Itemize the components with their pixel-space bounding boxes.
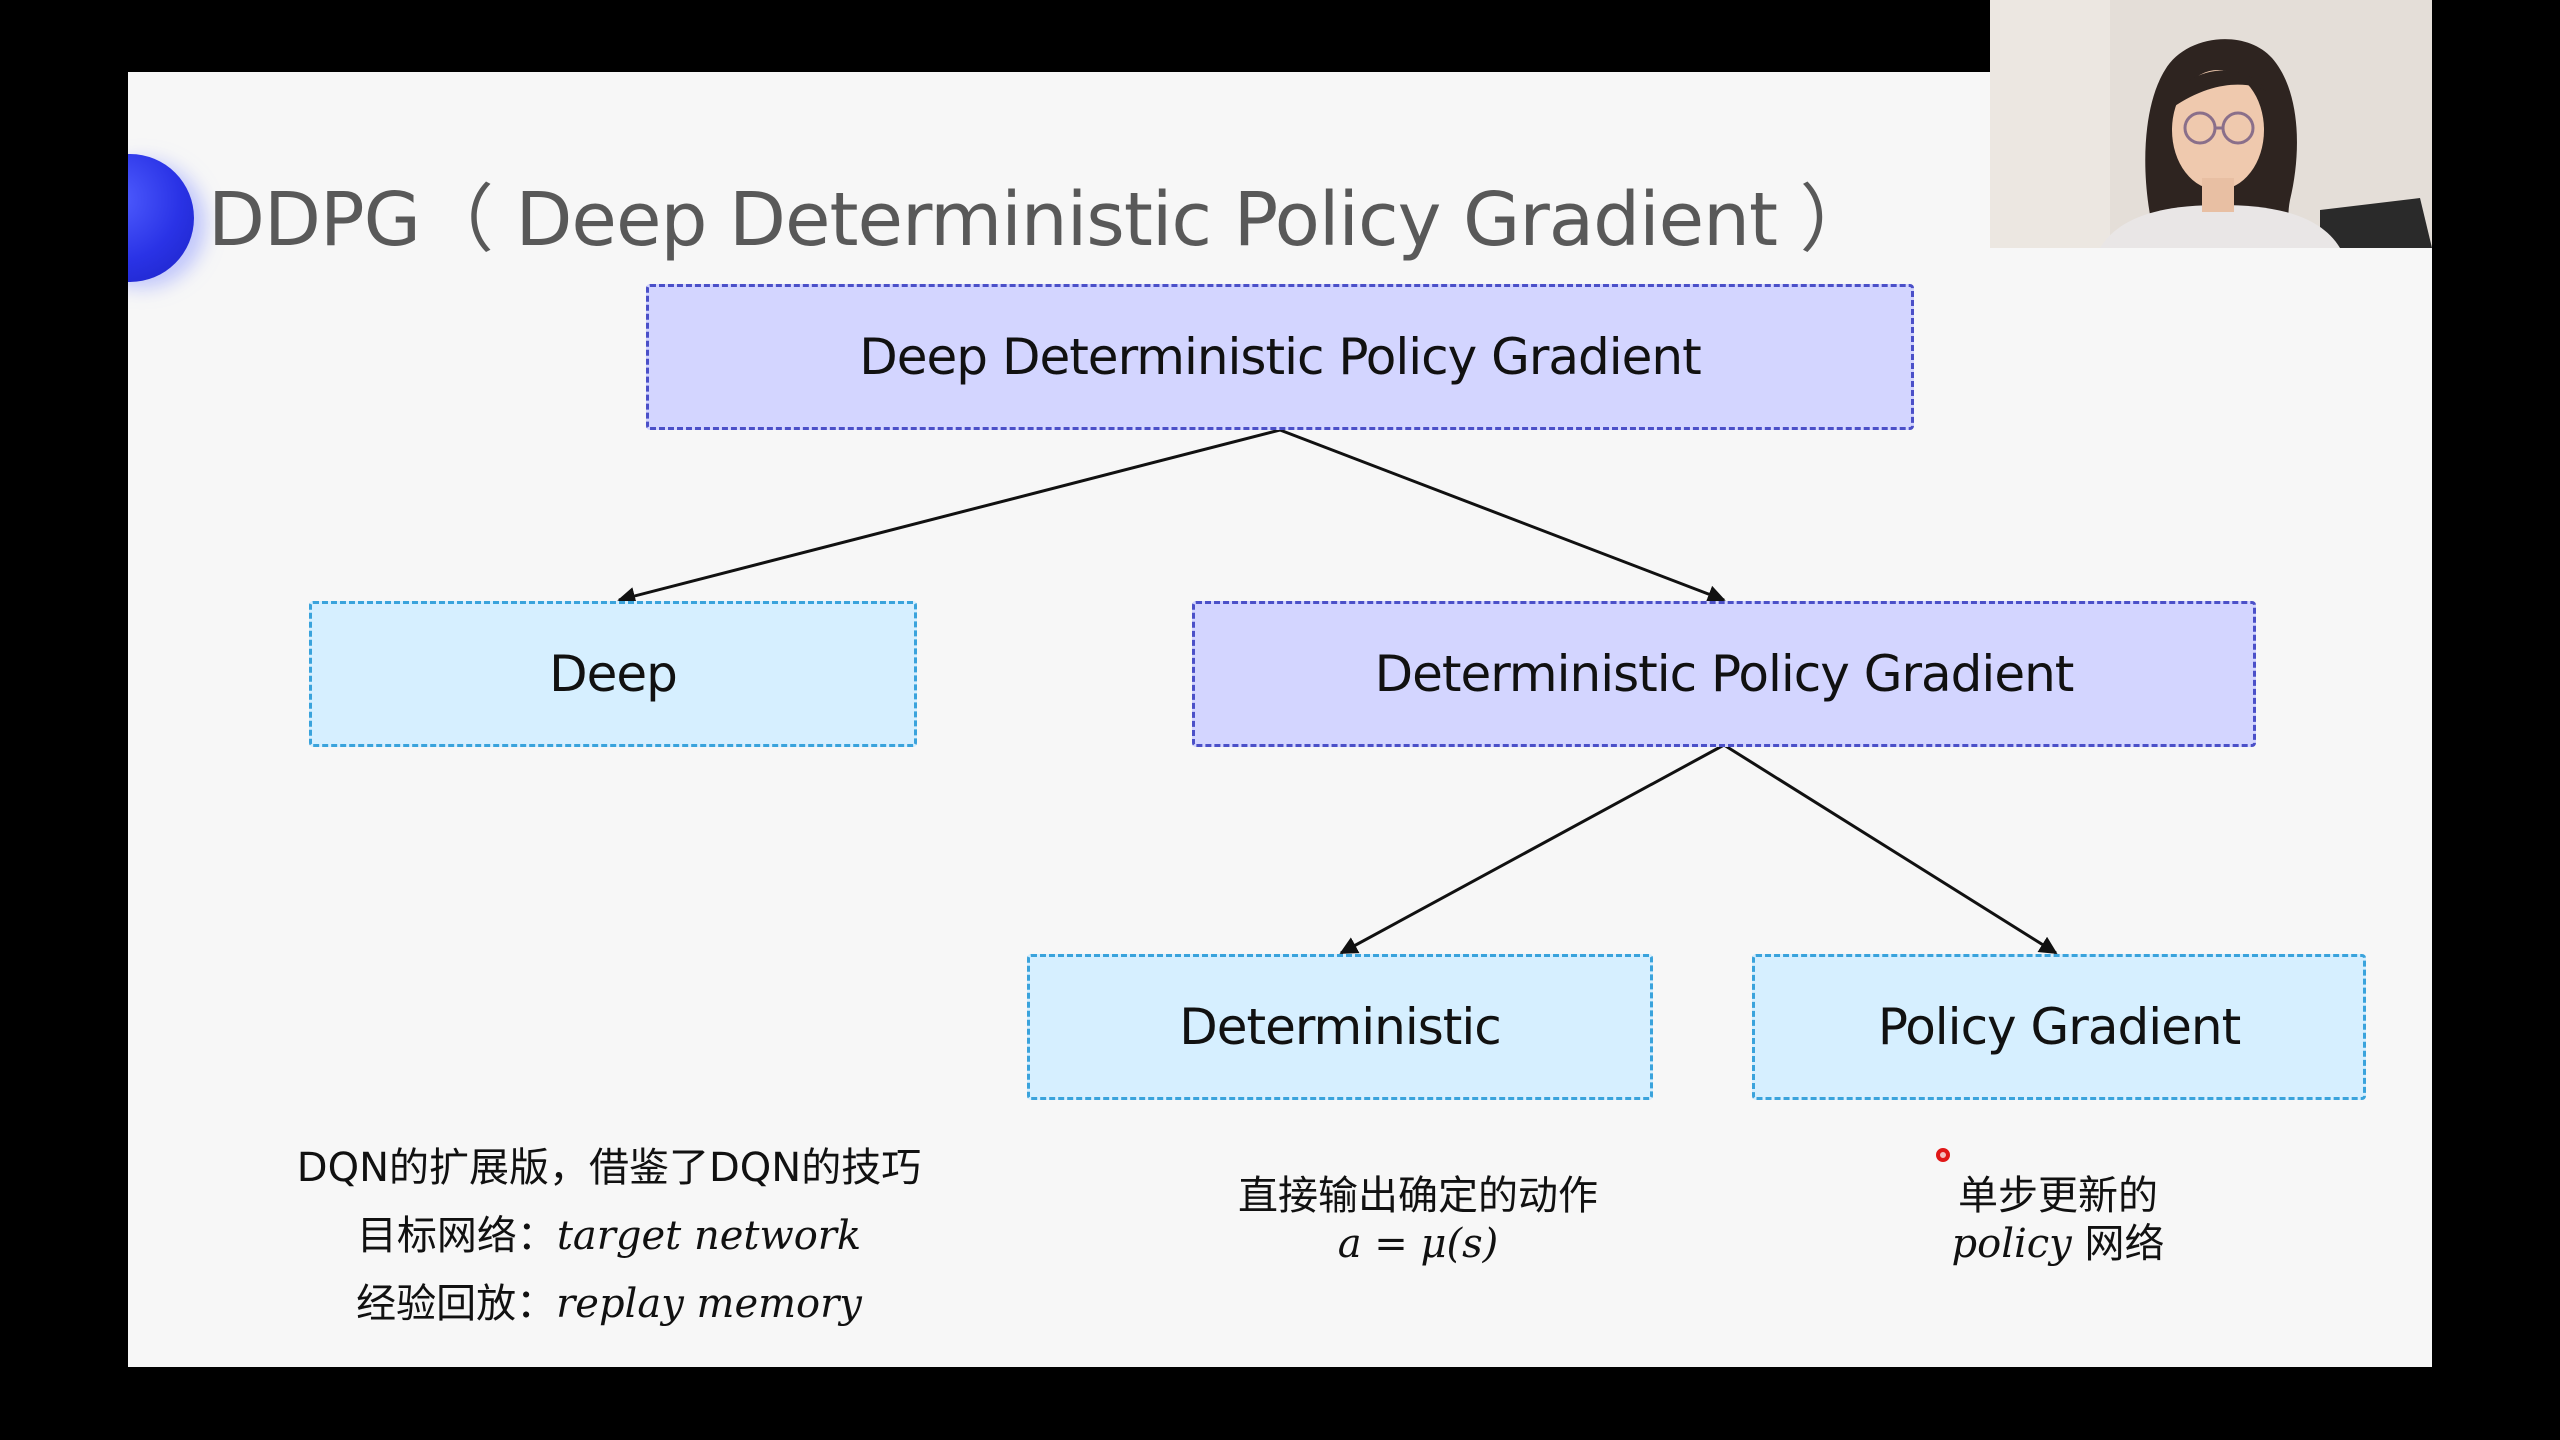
note-deep: DQN的扩展版，借鉴了DQN的技巧 目标网络：target network 经验… <box>259 1144 959 1328</box>
arrow-dpg-to-deterministic <box>1339 743 1725 955</box>
presenter-video <box>1990 0 2432 248</box>
box-deterministic[interactable]: Deterministic <box>1027 954 1653 1100</box>
note-deep-line2: 目标网络：target network <box>259 1212 959 1260</box>
note-deep-line3: 经验回放：replay memory <box>259 1280 959 1328</box>
slide: DDPG（ Deep Deterministic Policy Gradient… <box>128 72 2432 1367</box>
box-ddpg-root[interactable]: Deep Deterministic Policy Gradient <box>646 284 1914 430</box>
note-policy-line2-text: 网络 <box>2071 1221 2165 1267</box>
box-policy-gradient[interactable]: Policy Gradient <box>1752 954 2366 1100</box>
note-deep-line2-math: target network <box>556 1213 862 1259</box>
note-deep-line2-label: 目标网络： <box>356 1213 557 1259</box>
note-deterministic-formula: a = μ(s) <box>1337 1221 1499 1267</box>
box-deep[interactable]: Deep <box>309 601 917 747</box>
note-deterministic: 直接输出确定的动作 a = μ(s) <box>1168 1172 1668 1268</box>
note-deep-line3-label: 经验回放： <box>356 1281 557 1327</box>
note-policy-line1: 单步更新的 <box>1958 1173 2158 1219</box>
arrow-root-to-deep <box>617 428 1281 605</box>
arrow-dpg-to-policy-gradient <box>1723 743 2058 955</box>
neck-shape <box>2202 178 2234 212</box>
webcam-overlay <box>1990 0 2432 248</box>
arrow-root-to-dpg <box>1279 428 1726 603</box>
note-deep-line3-math: replay memory <box>556 1281 862 1327</box>
note-policy: 单步更新的 policy 网络 <box>1858 1172 2258 1268</box>
box-deterministic-policy-gradient[interactable]: Deterministic Policy Gradient <box>1192 601 2256 747</box>
note-policy-line2-math: policy <box>1951 1221 2072 1267</box>
note-deterministic-line1: 直接输出确定的动作 <box>1238 1173 1598 1219</box>
laser-pointer-icon <box>1936 1148 1950 1162</box>
note-deep-line1: DQN的扩展版，借鉴了DQN的技巧 <box>296 1145 922 1191</box>
note-policy-line2: policy 网络 <box>1858 1220 2258 1268</box>
